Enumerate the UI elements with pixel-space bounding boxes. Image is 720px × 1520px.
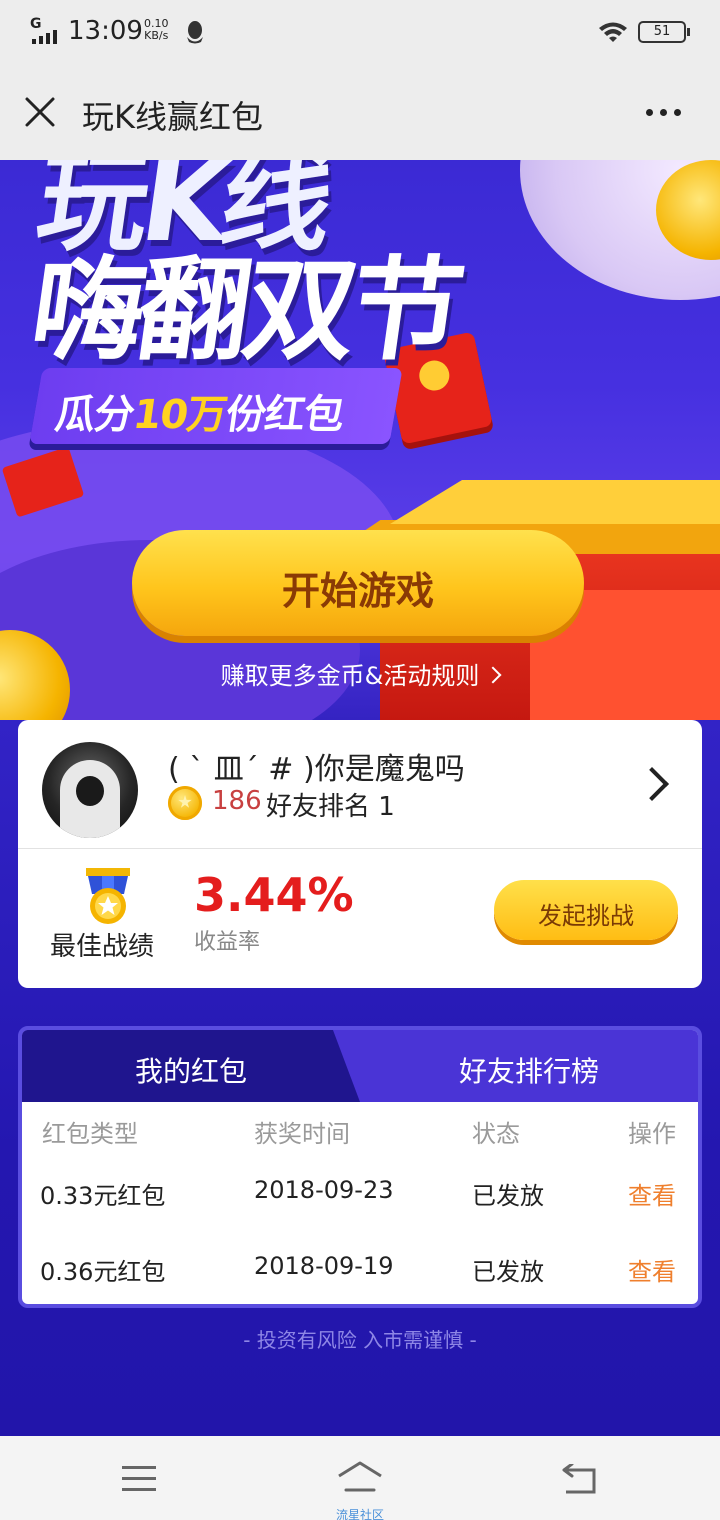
column-header: 操作	[628, 1120, 676, 1148]
column-header: 状态	[472, 1120, 520, 1148]
network-speed: 0.10 KB/s	[144, 18, 169, 42]
view-link[interactable]: 查看	[628, 1176, 676, 1211]
award-date: 2018-09-19	[254, 1252, 394, 1280]
battery-icon: 51	[638, 21, 690, 43]
profile-card: ( ` 皿´ # )你是魔鬼吗 186 好友排名 1 最佳战绩 3.44% 收益…	[18, 720, 702, 988]
speed-unit: KB/s	[144, 29, 169, 42]
friend-rank: 好友排名 1	[266, 792, 395, 822]
back-icon[interactable]	[560, 1464, 598, 1496]
system-nav-bar: 流星社区	[0, 1436, 720, 1520]
column-header: 获奖时间	[254, 1120, 350, 1148]
signal-icon	[32, 30, 62, 44]
close-icon[interactable]	[22, 94, 58, 130]
coin-count: 186	[212, 786, 262, 816]
tab-friend-ranking[interactable]: 好友排行榜	[360, 1030, 698, 1102]
nav-caption: 流星社区	[335, 1508, 384, 1520]
wifi-icon	[599, 22, 627, 42]
red-packet-type: 0.33元红包	[40, 1182, 166, 1210]
red-packet-type: 0.36元红包	[40, 1258, 166, 1286]
qq-icon	[187, 21, 203, 44]
status-bar: G 13:09 0.10 KB/s 51	[0, 0, 720, 64]
column-header: 红包类型	[42, 1120, 138, 1148]
subtitle-post: 份红包	[222, 392, 347, 438]
status-text: 已发放	[472, 1258, 544, 1286]
subtitle-pre: 瓜分	[52, 392, 137, 438]
subtitle-highlight: 10万	[130, 392, 230, 438]
start-game-label: 开始游戏	[281, 569, 434, 613]
challenge-button[interactable]: 发起挑战	[494, 880, 678, 940]
yield-value: 3.44%	[194, 868, 354, 922]
view-link[interactable]: 查看	[628, 1252, 676, 1287]
tab-label: 我的红包	[134, 1055, 247, 1088]
menu-icon[interactable]	[122, 1466, 156, 1492]
title-bar: 玩K线赢红包	[0, 64, 720, 160]
start-game-button[interactable]: 开始游戏	[132, 530, 584, 636]
hero-banner: 玩K线 嗨翻双节 瓜分10万份红包 开始游戏 赚取更多金币&活动规则	[0, 160, 720, 720]
tab-my-red-packets[interactable]: 我的红包	[22, 1030, 360, 1102]
username: ( ` 皿´ # )你是魔鬼吗	[168, 752, 465, 787]
award-date: 2018-09-23	[254, 1176, 394, 1204]
status-text: 已发放	[472, 1182, 544, 1210]
tab-bar: 我的红包 好友排行榜	[22, 1030, 698, 1102]
avatar[interactable]	[42, 742, 138, 838]
home-icon[interactable]	[336, 1460, 384, 1494]
hero-subtitle: 瓜分10万份红包	[52, 382, 348, 440]
yield-label: 收益率	[194, 930, 261, 955]
chevron-right-icon[interactable]	[635, 767, 669, 801]
risk-disclaimer: - 投资有风险 入市需谨慎 -	[243, 1328, 477, 1352]
red-packet-panel: 我的红包 好友排行榜 红包类型 获奖时间 状态 操作 0.33元红包 2018-…	[18, 1026, 702, 1308]
hero-title-line2: 嗨翻双节	[23, 246, 466, 376]
best-record-label: 最佳战绩	[50, 932, 155, 962]
rules-link[interactable]: 赚取更多金币&活动规则	[0, 656, 720, 691]
coin-icon	[168, 786, 202, 820]
more-icon[interactable]	[644, 108, 684, 118]
medal-icon	[86, 868, 130, 924]
tab-label: 好友排行榜	[458, 1055, 599, 1088]
chevron-right-icon	[484, 666, 502, 684]
rules-link-label: 赚取更多金币&活动规则	[220, 662, 480, 690]
divider	[18, 848, 702, 849]
page-title: 玩K线赢红包	[82, 98, 263, 136]
clock: 13:09	[68, 16, 143, 46]
challenge-button-label: 发起挑战	[538, 902, 634, 930]
